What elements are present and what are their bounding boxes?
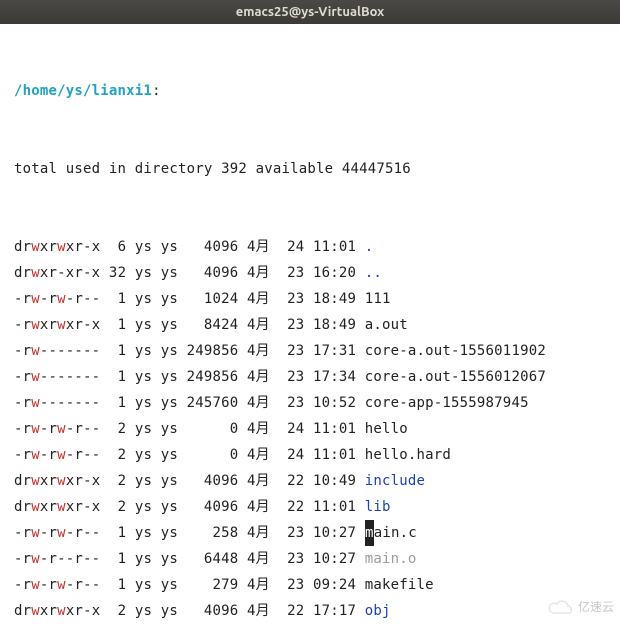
dired-summary-line: total used in directory 392 available 44… — [14, 156, 616, 182]
point-cursor: m — [365, 520, 374, 546]
dired-path-line: /home/ys/lianxi1: — [14, 78, 616, 104]
dired-row[interactable]: -rw-rw-r-- 1 ys ys 279 4月 23 09:24 makef… — [14, 572, 616, 598]
dired-row[interactable]: drwxrwxr-x 6 ys ys 4096 4月 24 11:01 . — [14, 234, 616, 260]
window-titlebar: emacs25@ys-VirtualBox — [0, 0, 620, 24]
dired-row[interactable]: -rwxrwxr-x 1 ys ys 8424 4月 23 18:49 a.ou… — [14, 312, 616, 338]
dired-row[interactable]: -rw-rw-r-- 1 ys ys 258 4月 23 10:27 main.… — [14, 520, 616, 546]
dired-row[interactable]: drwxrwxr-x 2 ys ys 4096 4月 22 10:49 incl… — [14, 468, 616, 494]
dired-row[interactable]: drwxr-xr-x 32 ys ys 4096 4月 23 16:20 .. — [14, 260, 616, 286]
dired-row[interactable]: -rw------- 1 ys ys 249856 4月 23 17:31 co… — [14, 338, 616, 364]
window-title: emacs25@ys-VirtualBox — [236, 5, 384, 19]
dired-row[interactable]: -rw-rw-r-- 2 ys ys 0 4月 24 11:01 hello — [14, 416, 616, 442]
dired-row[interactable]: -rw-rw-r-- 2 ys ys 0 4月 24 11:01 hello.h… — [14, 442, 616, 468]
dired-row[interactable]: -rw------- 1 ys ys 245760 4月 23 10:52 co… — [14, 390, 616, 416]
dired-buffer[interactable]: /home/ys/lianxi1: total used in director… — [0, 24, 620, 626]
watermark: 亿速云 — [548, 594, 614, 620]
dired-row[interactable]: -rw-rw-r-- 1 ys ys 1024 4月 23 18:49 111 — [14, 286, 616, 312]
dired-row[interactable]: -rw------- 1 ys ys 249856 4月 23 17:34 co… — [14, 364, 616, 390]
dired-row[interactable]: -rw-r--r-- 1 ys ys 6448 4月 23 10:27 main… — [14, 546, 616, 572]
dired-row[interactable]: drwxrwxr-x 2 ys ys 4096 4月 22 11:01 lib — [14, 494, 616, 520]
dired-path: /home/ys/lianxi1 — [14, 83, 152, 99]
cloud-icon — [548, 599, 574, 615]
dired-listing: drwxrwxr-x 6 ys ys 4096 4月 24 11:01 .drw… — [14, 234, 616, 626]
dired-row[interactable]: drwxrwxr-x 2 ys ys 4096 4月 22 17:17 obj — [14, 598, 616, 624]
